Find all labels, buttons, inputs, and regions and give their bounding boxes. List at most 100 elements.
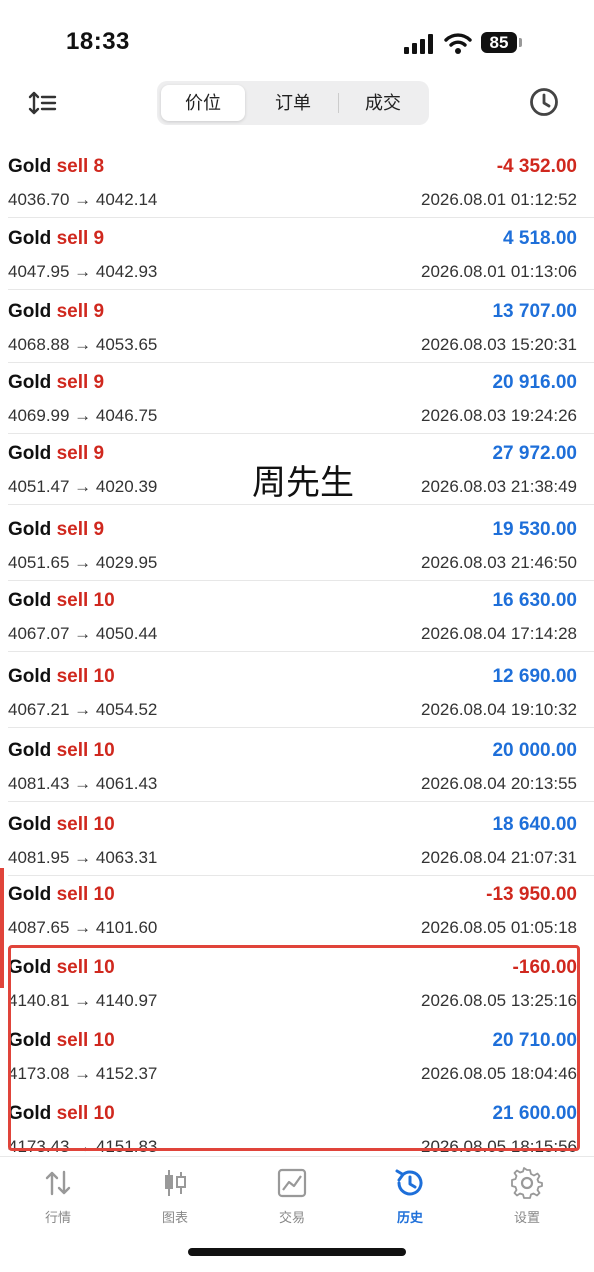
trade-title: Gold sell 10 <box>8 666 115 688</box>
trade-title: Gold sell 9 <box>8 519 104 541</box>
trade-title: Gold sell 9 <box>8 301 104 323</box>
row-divider <box>8 651 594 652</box>
trade-title: Gold sell 10 <box>8 590 115 612</box>
trade-title: Gold sell 8 <box>8 156 104 178</box>
sort-icon[interactable] <box>26 86 60 120</box>
trade-prices: 4081.95 → 4063.31 <box>8 848 158 867</box>
nav-settings[interactable]: 设置 <box>487 1167 567 1226</box>
chart-icon <box>165 1170 186 1196</box>
trade-row[interactable]: Gold sell 9 4051.65 → 4029.95 19 530.00 202… <box>0 509 594 581</box>
nav-label: 图表 <box>161 1210 188 1225</box>
trade-prices: 4036.70 → 4042.14 <box>8 190 158 209</box>
quotes-icon <box>45 1170 71 1196</box>
trade-profit: -13 950.00 <box>486 884 577 905</box>
trade-title: Gold sell 10 <box>8 814 115 836</box>
nav-quotes[interactable]: 行情 <box>18 1167 98 1226</box>
tab-deals[interactable]: 成交 <box>340 85 426 121</box>
highlight-left-bar <box>0 868 4 988</box>
trade-row[interactable]: Gold sell 8 4036.70 → 4042.14 -4 352.00 202… <box>0 146 594 218</box>
trade-action: sell 9 <box>56 372 105 393</box>
nav-label: 交易 <box>278 1210 305 1225</box>
trade-prices: 4068.88 → 4053.65 <box>8 335 158 354</box>
home-indicator[interactable] <box>188 1248 406 1256</box>
trade-date: 2026.08.01 01:13:06 <box>421 262 577 281</box>
trade-symbol: Gold <box>8 156 52 177</box>
trade-symbol: Gold <box>8 519 52 540</box>
trade-symbol: Gold <box>8 443 52 464</box>
trade-icon <box>277 1168 307 1198</box>
trade-date: 2026.08.04 21:07:31 <box>421 848 577 867</box>
trade-prices: 4047.95 → 4042.93 <box>8 262 158 281</box>
trade-row[interactable]: Gold sell 10 4087.65 → 4101.60 -13 950.00 2… <box>0 874 594 946</box>
trade-date: 2026.08.04 20:13:55 <box>421 774 577 793</box>
nav-trade[interactable]: 交易 <box>252 1167 332 1226</box>
trade-action: sell 10 <box>56 814 115 835</box>
trade-prices: 4051.65 → 4029.95 <box>8 553 158 572</box>
trade-symbol: Gold <box>8 372 52 393</box>
trade-title: Gold sell 9 <box>8 228 104 250</box>
trade-symbol: Gold <box>8 666 52 687</box>
trade-action: sell 9 <box>56 519 105 540</box>
tab-price[interactable]: 价位 <box>161 85 245 121</box>
trade-row[interactable]: Gold sell 9 4069.99 → 4046.75 20 916.00 202… <box>0 362 594 434</box>
trade-action: sell 9 <box>56 301 105 322</box>
trade-profit: 27 972.00 <box>492 443 577 464</box>
trade-row[interactable]: Gold sell 10 4067.07 → 4050.44 16 630.00 20… <box>0 580 594 652</box>
nav-label: 行情 <box>44 1210 71 1225</box>
trade-row[interactable]: Gold sell 10 4081.95 → 4063.31 18 640.00 20… <box>0 804 594 876</box>
trade-action: sell 10 <box>56 666 115 687</box>
row-divider <box>8 504 594 505</box>
tab-separator <box>338 93 339 113</box>
nav-history[interactable]: 历史 <box>370 1167 450 1226</box>
trade-row[interactable]: Gold sell 9 4068.88 → 4053.65 13 707.00 202… <box>0 291 594 363</box>
highlight-box <box>8 945 580 1151</box>
bottom-nav: 行情 图表 交易 历史 设置 <box>0 1156 594 1237</box>
clock-icon[interactable] <box>527 85 561 119</box>
trade-profit: 4 518.00 <box>503 228 577 249</box>
nav-chart[interactable]: 图表 <box>135 1167 215 1226</box>
trade-profit: 20 916.00 <box>492 372 577 393</box>
trade-symbol: Gold <box>8 590 52 611</box>
trade-profit: -4 352.00 <box>496 156 577 177</box>
trade-profit: 20 000.00 <box>492 740 577 761</box>
trade-profit: 13 707.00 <box>492 301 577 322</box>
status-time: 18:33 <box>66 28 130 55</box>
trade-title: Gold sell 10 <box>8 884 115 906</box>
trade-date: 2026.08.04 17:14:28 <box>421 624 577 643</box>
segmented-control: 价位 订单 成交 <box>157 81 429 125</box>
trade-prices: 4067.07 → 4050.44 <box>8 624 158 643</box>
trade-date: 2026.08.03 21:38:49 <box>421 477 577 496</box>
tab-orders[interactable]: 订单 <box>249 85 337 121</box>
trade-date: 2026.08.03 19:24:26 <box>421 406 577 425</box>
status-bar: 18:33 85 <box>0 0 594 80</box>
row-divider <box>8 801 594 802</box>
trade-symbol: Gold <box>8 740 52 761</box>
settings-icon <box>511 1167 543 1199</box>
trade-title: Gold sell 9 <box>8 372 104 394</box>
battery-cap <box>519 38 522 47</box>
trade-date: 2026.08.05 01:05:18 <box>421 918 577 937</box>
trade-profit: 19 530.00 <box>492 519 577 540</box>
trade-action: sell 9 <box>56 228 105 249</box>
trade-symbol: Gold <box>8 301 52 322</box>
row-divider <box>8 289 594 290</box>
trade-prices: 4087.65 → 4101.60 <box>8 918 158 937</box>
trade-action: sell 9 <box>56 443 105 464</box>
trade-title: Gold sell 10 <box>8 740 115 762</box>
trade-row[interactable]: Gold sell 10 4067.21 → 4054.52 12 690.00 20… <box>0 656 594 728</box>
trade-symbol: Gold <box>8 814 52 835</box>
trade-prices: 4081.43 → 4061.43 <box>8 774 158 793</box>
trade-symbol: Gold <box>8 884 52 905</box>
wifi-icon <box>444 33 472 54</box>
trade-date: 2026.08.03 15:20:31 <box>421 335 577 354</box>
watermark-text: 周先生 <box>252 463 354 503</box>
trade-prices: 4069.99 → 4046.75 <box>8 406 158 425</box>
trade-date: 2026.08.01 01:12:52 <box>421 190 577 209</box>
trade-prices: 4051.47 → 4020.39 <box>8 477 158 496</box>
trade-symbol: Gold <box>8 228 52 249</box>
nav-label: 设置 <box>513 1210 540 1225</box>
trade-profit: 18 640.00 <box>492 814 577 835</box>
trade-row[interactable]: Gold sell 9 4047.95 → 4042.93 4 518.00 2026… <box>0 218 594 290</box>
trade-prices: 4067.21 → 4054.52 <box>8 700 158 719</box>
trade-row[interactable]: Gold sell 10 4081.43 → 4061.43 20 000.00 20… <box>0 730 594 802</box>
